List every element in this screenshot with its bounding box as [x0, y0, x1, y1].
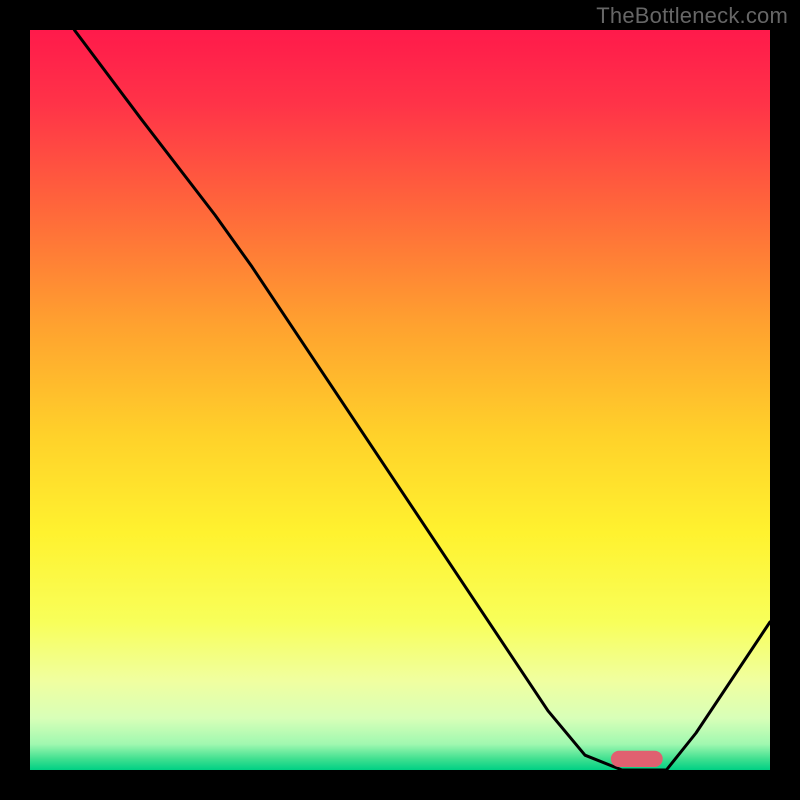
chart-svg: [0, 0, 800, 800]
optimum-marker: [611, 751, 663, 767]
watermark-text: TheBottleneck.com: [596, 3, 788, 29]
chart-container: TheBottleneck.com: [0, 0, 800, 800]
plot-background: [30, 30, 770, 770]
